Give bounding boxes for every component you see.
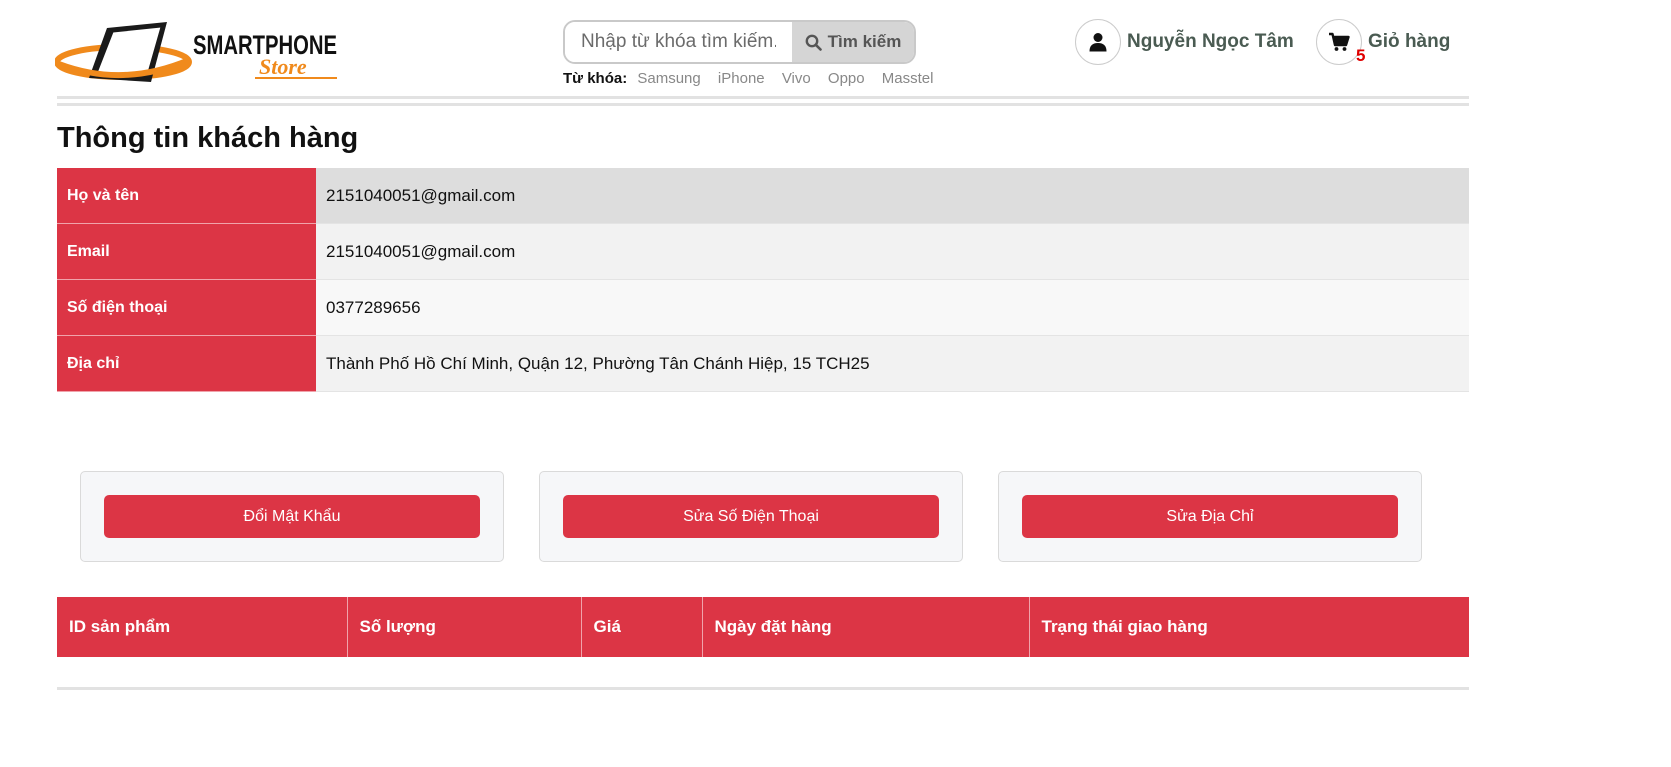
cart-count-badge: 5 <box>1356 46 1366 65</box>
info-row-email: Email 2151040051@gmail.com <box>57 223 1469 280</box>
info-label: Địa chỉ <box>57 335 316 392</box>
edit-address-button[interactable]: Sửa Địa Chỉ <box>1022 495 1398 538</box>
keyword-oppo[interactable]: Oppo <box>828 70 865 87</box>
store-logo[interactable]: SMARTPHONE Store <box>54 18 345 90</box>
edit-phone-card: Sửa Số Điện Thoại <box>539 471 963 562</box>
logo-text-store: Store <box>259 54 307 79</box>
search-button[interactable]: Tìm kiếm <box>792 22 914 62</box>
column-header-product-id: ID sản phẩm <box>57 597 348 657</box>
change-password-card: Đổi Mật Khẩu <box>80 471 504 562</box>
column-header-price: Giá <box>581 597 703 657</box>
info-row-name: Họ và tên 2151040051@gmail.com <box>57 168 1469 224</box>
header-divider <box>57 96 1469 99</box>
column-header-order-date: Ngày đặt hàng <box>702 597 1030 657</box>
footer-divider <box>57 687 1469 690</box>
page-title: Thông tin khách hàng <box>57 122 359 154</box>
search-icon <box>805 34 822 51</box>
header-divider-2 <box>57 103 1469 106</box>
info-value: 2151040051@gmail.com <box>316 168 1469 224</box>
search-box: Tìm kiếm <box>563 20 916 64</box>
search-input[interactable] <box>565 22 792 62</box>
user-name: Nguyễn Ngọc Tâm <box>1127 31 1294 52</box>
phone-logo-icon: SMARTPHONE Store <box>54 22 337 82</box>
info-row-phone: Số điện thoại 0377289656 <box>57 279 1469 336</box>
keyword-list: Từ khóa: Samsung iPhone Vivo Oppo Masste… <box>563 70 946 87</box>
user-avatar <box>1075 19 1121 65</box>
info-value: Thành Phố Hồ Chí Minh, Quận 12, Phường T… <box>316 335 1469 392</box>
keyword-masstel[interactable]: Masstel <box>882 70 934 87</box>
info-value: 0377289656 <box>316 279 1469 336</box>
customer-info-table: Họ và tên 2151040051@gmail.com Email 215… <box>57 168 1469 392</box>
keyword-iphone[interactable]: iPhone <box>718 70 765 87</box>
edit-address-card: Sửa Địa Chỉ <box>998 471 1422 562</box>
cart-icon <box>1329 32 1350 51</box>
search-area: Tìm kiếm Từ khóa: Samsung iPhone Vivo Op… <box>563 20 946 87</box>
edit-phone-button[interactable]: Sửa Số Điện Thoại <box>563 495 939 538</box>
keyword-vivo[interactable]: Vivo <box>782 70 811 87</box>
user-icon <box>1089 33 1107 52</box>
info-label: Email <box>57 223 316 280</box>
orders-table: ID sản phẩm Số lượng Giá Ngày đặt hàng T… <box>57 597 1469 657</box>
column-header-delivery-status: Trạng thái giao hàng <box>1029 597 1469 657</box>
orders-header-row: ID sản phẩm Số lượng Giá Ngày đặt hàng T… <box>57 597 1469 657</box>
change-password-button[interactable]: Đổi Mật Khẩu <box>104 495 480 538</box>
info-row-address: Địa chỉ Thành Phố Hồ Chí Minh, Quận 12, … <box>57 335 1469 392</box>
keywords-label: Từ khóa: <box>563 70 628 87</box>
search-button-label: Tìm kiếm <box>827 32 902 51</box>
user-account-link[interactable]: Nguyễn Ngọc Tâm <box>1075 19 1294 65</box>
info-label: Họ và tên <box>57 168 316 224</box>
info-label: Số điện thoại <box>57 279 316 336</box>
info-value: 2151040051@gmail.com <box>316 223 1469 280</box>
column-header-quantity: Số lượng <box>347 597 582 657</box>
cart-link[interactable]: 5 Giỏ hàng <box>1316 19 1450 65</box>
cart-label: Giỏ hàng <box>1368 31 1451 52</box>
keyword-samsung[interactable]: Samsung <box>637 70 700 87</box>
